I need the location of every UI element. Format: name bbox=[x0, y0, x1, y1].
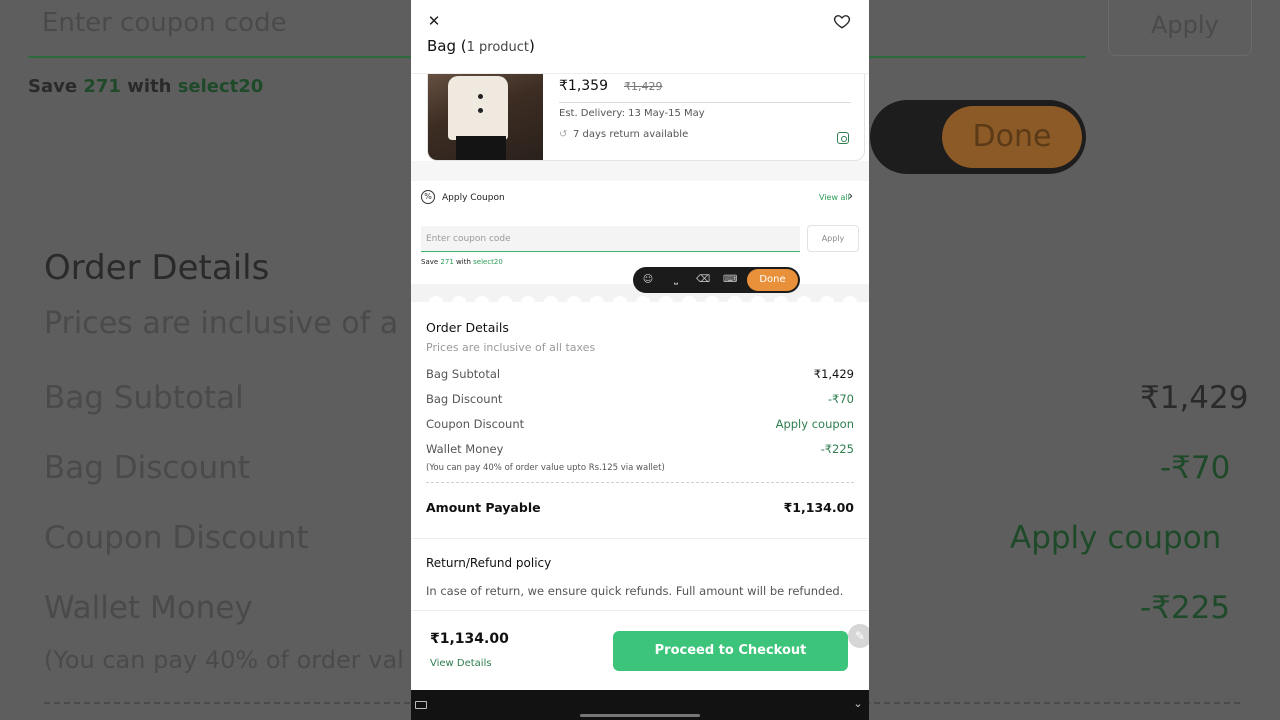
system-nav-bar: ⌄ bbox=[411, 690, 869, 720]
apply-coupon-row[interactable]: % Apply Coupon View all › bbox=[411, 181, 869, 215]
coupon-discount-row: Coupon Discount Apply coupon bbox=[426, 417, 854, 433]
product-card[interactable]: ₹1,359 ₹1,429 Est. Delivery: 13 May-15 M… bbox=[427, 66, 865, 161]
bg-apply-label: Apply bbox=[1151, 11, 1219, 39]
done-button[interactable]: Done bbox=[747, 269, 798, 291]
refund-policy-title: Return/Refund policy bbox=[426, 556, 552, 570]
row-value: ₹1,429 bbox=[813, 367, 854, 381]
proceed-to-checkout-button[interactable]: Proceed to Checkout bbox=[613, 631, 848, 671]
home-gesture-bar[interactable] bbox=[580, 714, 700, 717]
bag-sheet: ✕ Bag (1 product) ₹1,359 ₹1,429 Est. Del… bbox=[411, 0, 869, 720]
product-image[interactable] bbox=[428, 66, 543, 160]
row-label: Wallet Money bbox=[426, 442, 504, 456]
amount-payable-label: Amount Payable bbox=[426, 500, 541, 515]
row-value: -₹225 bbox=[820, 442, 854, 456]
bg-row-value: ₹1,429 bbox=[1140, 380, 1249, 416]
product-count: 1 product bbox=[466, 40, 530, 55]
save-coupon-code[interactable]: select20 bbox=[473, 258, 503, 266]
emoji-icon[interactable]: ☺ bbox=[641, 273, 655, 287]
bg-save-text: Save 271 with select20 bbox=[28, 76, 263, 97]
product-price: ₹1,359 bbox=[559, 78, 608, 94]
title-end: ) bbox=[529, 37, 535, 55]
view-all-link[interactable]: View all bbox=[819, 193, 850, 202]
save-with: with bbox=[456, 258, 471, 266]
bg-save-with: with bbox=[127, 76, 172, 97]
backspace-icon[interactable]: ⌫ bbox=[696, 273, 710, 287]
pencil-icon[interactable]: ✎ bbox=[848, 624, 869, 648]
return-icon: ↺ bbox=[559, 129, 568, 140]
save-prefix: Save bbox=[421, 258, 439, 266]
product-mrp: ₹1,429 bbox=[624, 80, 663, 93]
delivery-estimate: Est. Delivery: 13 May-15 May bbox=[559, 108, 705, 119]
row-label: Coupon Discount bbox=[426, 417, 525, 431]
space-icon[interactable]: ⎵ bbox=[669, 273, 683, 287]
divider bbox=[411, 538, 869, 539]
apply-coupon-button[interactable]: Apply bbox=[807, 225, 859, 252]
order-details-title: Order Details bbox=[426, 320, 509, 335]
product-image-button bbox=[478, 94, 483, 99]
save-amount: 271 bbox=[440, 258, 454, 266]
bg-order-sub: Prices are inclusive of a bbox=[44, 306, 399, 341]
coupon-savings-hint: Save 271 with select20 bbox=[421, 258, 503, 266]
divider bbox=[426, 482, 854, 483]
page-title: Bag (1 product) bbox=[427, 37, 535, 55]
refund-policy-text: In case of return, we ensure quick refun… bbox=[426, 584, 844, 598]
title-text: Bag ( bbox=[427, 37, 467, 55]
product-image-button bbox=[478, 108, 483, 113]
bg-save-code: select20 bbox=[177, 76, 264, 97]
instagram-icon[interactable] bbox=[837, 132, 849, 144]
divider bbox=[559, 102, 851, 103]
apply-coupon-label: Apply Coupon bbox=[442, 193, 505, 203]
order-details-section: Order Details Prices are inclusive of al… bbox=[411, 302, 869, 540]
bg-row-value: -₹70 bbox=[1160, 450, 1231, 486]
order-details-subtitle: Prices are inclusive of all taxes bbox=[426, 341, 596, 354]
apply-coupon-link[interactable]: Apply coupon bbox=[776, 417, 854, 431]
row-label: Bag Discount bbox=[426, 392, 503, 406]
return-text: 7 days return available bbox=[573, 129, 689, 140]
view-details-link[interactable]: View Details bbox=[430, 658, 492, 669]
row-label: Bag Subtotal bbox=[426, 367, 501, 381]
bg-done-button: Done bbox=[942, 106, 1082, 168]
bg-row-value: Apply coupon bbox=[1010, 520, 1222, 556]
bg-row-label: Bag Discount bbox=[44, 450, 250, 486]
bg-coupon-placeholder: Enter coupon code bbox=[42, 8, 287, 38]
bg-wallet-note: (You can pay 40% of order val bbox=[44, 646, 404, 674]
amount-payable-row: Amount Payable ₹1,134.00 bbox=[426, 500, 854, 515]
divider bbox=[411, 610, 869, 611]
footer-total: ₹1,134.00 bbox=[430, 631, 509, 647]
wallet-note: (You can pay 40% of order value upto Rs.… bbox=[426, 463, 665, 473]
bg-row-value: -₹225 bbox=[1140, 590, 1231, 626]
keyboard-toolbar: ☺ ⎵ ⌫ ⌨ Done bbox=[633, 267, 800, 293]
return-info: ↺ 7 days return available bbox=[559, 129, 688, 140]
bag-subtotal-row: Bag Subtotal ₹1,429 bbox=[426, 367, 854, 383]
bag-discount-row: Bag Discount -₹70 bbox=[426, 392, 854, 408]
bg-row-label: Wallet Money bbox=[44, 590, 253, 626]
bg-save-amount: 271 bbox=[83, 76, 121, 97]
coupon-code-input[interactable] bbox=[421, 226, 800, 252]
bg-apply-button: Apply bbox=[1108, 0, 1252, 56]
amount-payable-value: ₹1,134.00 bbox=[783, 500, 854, 515]
coupon-icon: % bbox=[421, 190, 435, 204]
bg-row-label: Bag Subtotal bbox=[44, 380, 244, 416]
section-gap bbox=[411, 161, 869, 181]
wallet-money-row: Wallet Money -₹225 bbox=[426, 442, 854, 458]
chevron-down-icon[interactable]: ⌄ bbox=[852, 698, 864, 710]
chevron-right-icon[interactable]: › bbox=[848, 190, 853, 204]
close-icon[interactable]: ✕ bbox=[425, 12, 443, 30]
bg-row-label: Coupon Discount bbox=[44, 520, 309, 556]
keyboard-icon[interactable]: ⌨ bbox=[723, 273, 737, 287]
bag-header: ✕ Bag (1 product) bbox=[411, 0, 869, 74]
heart-icon[interactable] bbox=[833, 12, 851, 30]
keyboard-switch-icon[interactable] bbox=[415, 701, 427, 709]
bg-order-title: Order Details bbox=[44, 248, 270, 288]
bg-save-prefix: Save bbox=[28, 76, 78, 97]
row-value: -₹70 bbox=[827, 392, 854, 406]
product-image-skirt bbox=[456, 136, 506, 160]
